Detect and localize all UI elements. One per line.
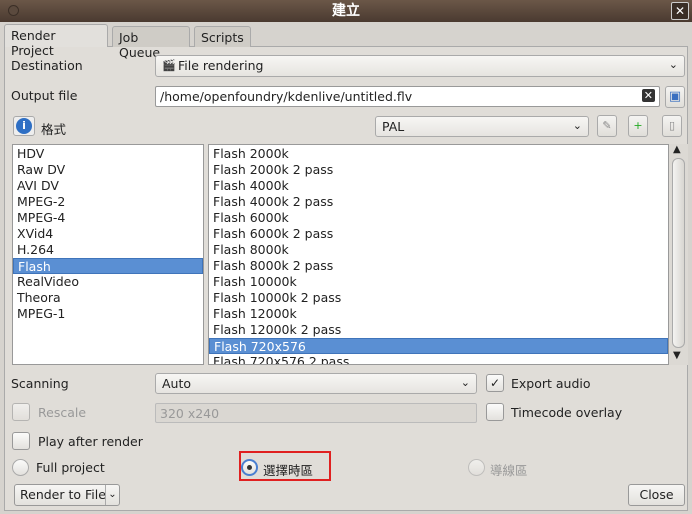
selected-zone-label: 選擇時區	[263, 463, 314, 478]
rescale-input[interactable]: 320 x240	[155, 403, 477, 423]
chevron-down-icon[interactable]: ⌄	[105, 485, 119, 505]
pencil-icon: ✎	[602, 119, 612, 132]
rescale-checkbox[interactable]	[12, 403, 30, 421]
guides-zone-label: 導線區	[490, 463, 528, 478]
output-file-input[interactable]: /home/openfoundry/kdenlive/untitled.flv …	[155, 86, 660, 107]
selected-zone-radio[interactable]	[241, 459, 258, 476]
close-button[interactable]: Close	[628, 484, 685, 506]
profile-value: PAL	[382, 119, 405, 134]
tab-scripts[interactable]: Scripts	[194, 26, 251, 47]
tab-render-project[interactable]: Render Project	[4, 24, 108, 58]
format-group-item[interactable]: AVI DV	[13, 178, 203, 194]
format-group-item[interactable]: RealVideo	[13, 274, 203, 290]
play-after-render-label: Play after render	[38, 434, 143, 449]
format-group-item[interactable]: XVid4	[13, 226, 203, 242]
profile-item[interactable]: Flash 720x576 2 pass	[209, 354, 668, 364]
new-profile-button[interactable]: +	[628, 115, 648, 137]
profile-item[interactable]: Flash 4000k	[209, 178, 668, 194]
delete-profile-button[interactable]: ▯	[662, 115, 682, 137]
guides-zone-radio[interactable]	[468, 459, 485, 476]
timecode-overlay-checkbox[interactable]	[486, 403, 504, 421]
save-file-button[interactable]: ▣	[665, 86, 685, 108]
title-bar: 建立 ✕	[0, 0, 692, 22]
destination-value: File rendering	[178, 58, 264, 73]
profile-item[interactable]: Flash 6000k 2 pass	[209, 226, 668, 242]
format-group-item[interactable]: Theora	[13, 290, 203, 306]
window-title: 建立	[332, 3, 360, 19]
format-group-item[interactable]: MPEG-1	[13, 306, 203, 322]
scanning-combo[interactable]: Auto ⌄	[155, 373, 477, 394]
format-group-item[interactable]: Flash	[13, 258, 203, 274]
full-project-label: Full project	[36, 460, 105, 475]
chevron-down-icon: ⌄	[668, 58, 678, 71]
output-file-value: /home/openfoundry/kdenlive/untitled.flv	[160, 89, 413, 104]
chevron-down-icon: ⌄	[572, 119, 582, 132]
format-group-item[interactable]: MPEG-4	[13, 210, 203, 226]
format-label: 格式	[41, 122, 67, 137]
rescale-label: Rescale	[38, 405, 87, 420]
save-icon: ▣	[668, 89, 682, 104]
tab-job-queue[interactable]: Job Queue	[112, 26, 190, 60]
window-menu-icon[interactable]	[8, 5, 19, 16]
profile-item[interactable]: Flash 720x576	[209, 338, 668, 354]
profile-item[interactable]: Flash 12000k	[209, 306, 668, 322]
profile-combo[interactable]: PAL ⌄	[375, 116, 589, 137]
full-project-radio[interactable]	[12, 459, 29, 476]
profile-item[interactable]: Flash 2000k 2 pass	[209, 162, 668, 178]
profile-list[interactable]: Flash 2000k Flash 2000k 2 pass Flash 4000k…	[208, 144, 669, 365]
destination-combo[interactable]: 🎬 File rendering ⌄	[155, 55, 685, 77]
timecode-overlay-label: Timecode overlay	[511, 405, 623, 420]
info-button[interactable]: i	[13, 116, 35, 136]
format-group-item[interactable]: HDV	[13, 146, 203, 162]
profile-item[interactable]: Flash 8000k 2 pass	[209, 258, 668, 274]
format-group-list[interactable]: HDV Raw DV AVI DV MPEG-2 MPEG-4 XVid4 H.264 Fla…	[12, 144, 204, 365]
scanning-label: Scanning	[11, 376, 69, 391]
profile-item[interactable]: Flash 2000k	[209, 146, 668, 162]
format-group-item[interactable]: H.264	[13, 242, 203, 258]
output-file-label: Output file	[11, 88, 78, 103]
format-group-item[interactable]: MPEG-2	[13, 194, 203, 210]
profile-item[interactable]: Flash 10000k 2 pass	[209, 290, 668, 306]
close-window-button[interactable]: ✕	[671, 2, 689, 20]
trash-icon: ▯	[668, 119, 676, 132]
clear-icon[interactable]: ✕	[641, 89, 655, 102]
checkmark-icon: ✓	[489, 376, 501, 390]
destination-label: Destination	[11, 58, 83, 73]
profile-item[interactable]: Flash 12000k 2 pass	[209, 322, 668, 338]
scanning-value: Auto	[162, 376, 192, 391]
profile-item[interactable]: Flash 4000k 2 pass	[209, 194, 668, 210]
edit-profile-button[interactable]: ✎	[597, 115, 617, 137]
clapperboard-icon: 🎬	[162, 59, 176, 72]
export-audio-label: Export audio	[511, 376, 591, 391]
export-audio-checkbox[interactable]: ✓	[486, 374, 504, 392]
new-document-icon: +	[633, 119, 643, 132]
profile-scrollbar[interactable]: ▲ ▼	[669, 144, 688, 365]
scroll-up-icon[interactable]: ▲	[673, 144, 681, 155]
profile-item[interactable]: Flash 6000k	[209, 210, 668, 226]
chevron-down-icon: ⌄	[460, 376, 470, 389]
info-icon: i	[16, 118, 32, 134]
render-button-label: Render to File	[20, 487, 106, 502]
play-after-render-checkbox[interactable]	[12, 432, 30, 450]
profile-item[interactable]: Flash 10000k	[209, 274, 668, 290]
scroll-down-icon[interactable]: ▼	[673, 350, 681, 361]
scrollbar-thumb[interactable]	[672, 158, 685, 348]
profile-item[interactable]: Flash 8000k	[209, 242, 668, 258]
render-to-file-button[interactable]: Render to File ⌄	[14, 484, 120, 506]
format-group-item[interactable]: Raw DV	[13, 162, 203, 178]
